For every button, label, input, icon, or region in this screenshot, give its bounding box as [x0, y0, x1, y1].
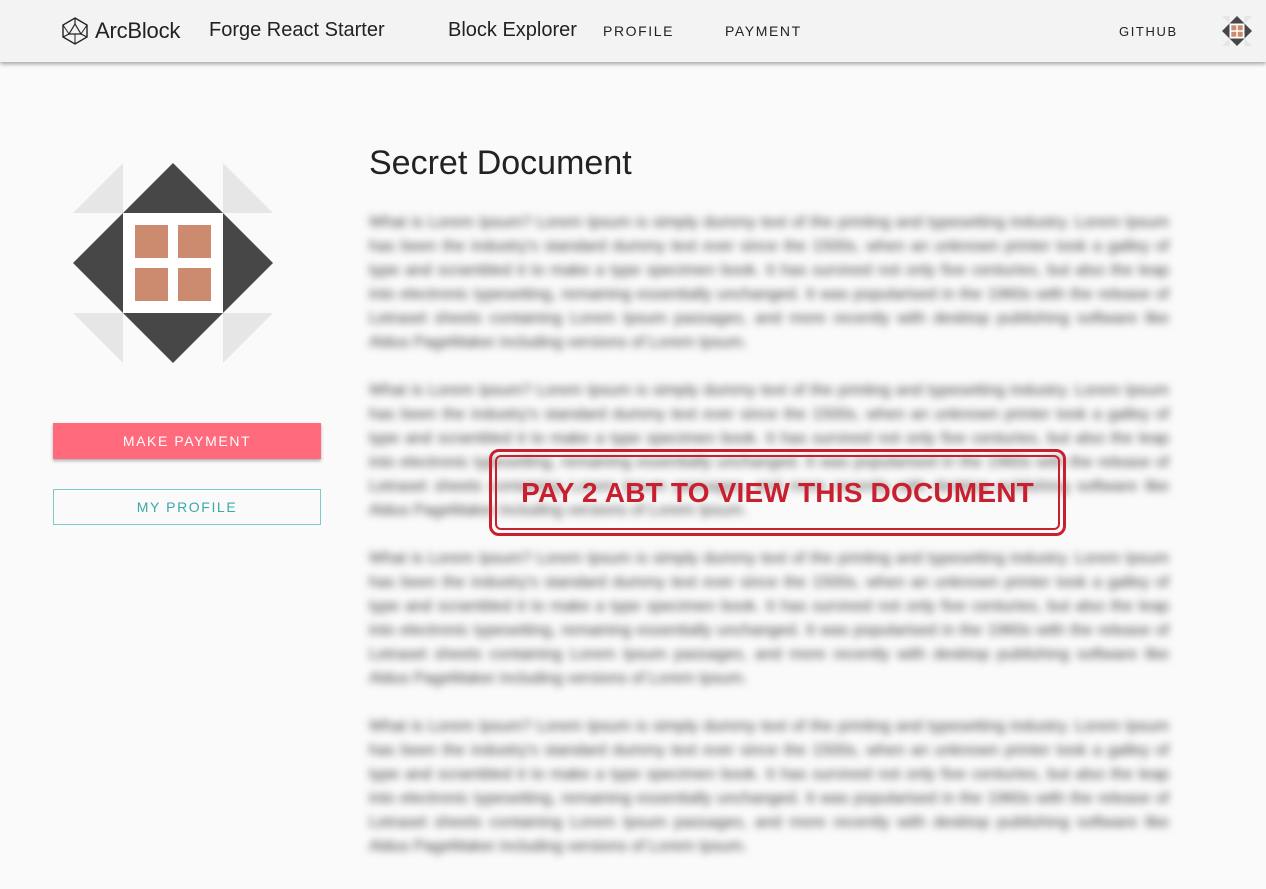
app-title[interactable]: Forge React Starter	[209, 19, 385, 42]
document-title: Secret Document	[369, 144, 632, 182]
nav-profile[interactable]: PROFILE	[603, 23, 674, 39]
paywall-stamp: PAY 2 ABT TO VIEW THIS DOCUMENT	[489, 449, 1066, 536]
arcblock-logo-icon	[62, 17, 88, 45]
document-paragraph: What is Lorem Ipsum? Lorem Ipsum is simp…	[369, 550, 1169, 687]
top-app-bar: ArcBlock Forge React Starter Block Explo…	[0, 0, 1266, 62]
document-paragraph: What is Lorem Ipsum? Lorem Ipsum is simp…	[369, 214, 1169, 351]
paywall-stamp-text: PAY 2 ABT TO VIEW THIS DOCUMENT	[495, 455, 1060, 530]
arcblock-logo-link[interactable]: ArcBlock	[62, 17, 180, 45]
make-payment-button[interactable]: MAKE PAYMENT	[53, 423, 321, 459]
my-profile-button[interactable]: MY PROFILE	[53, 489, 321, 525]
brand-name: ArcBlock	[95, 18, 181, 43]
nav-block-explorer[interactable]: Block Explorer	[448, 19, 577, 42]
profile-avatar-icon	[73, 163, 273, 363]
document-paragraph: What is Lorem Ipsum? Lorem Ipsum is simp…	[369, 718, 1169, 855]
nav-github[interactable]: GITHUB	[1119, 24, 1178, 39]
nav-payment[interactable]: PAYMENT	[725, 23, 802, 39]
user-avatar-icon[interactable]	[1222, 16, 1252, 46]
document-body: What is Lorem Ipsum? Lorem Ipsum is simp…	[369, 211, 1169, 883]
